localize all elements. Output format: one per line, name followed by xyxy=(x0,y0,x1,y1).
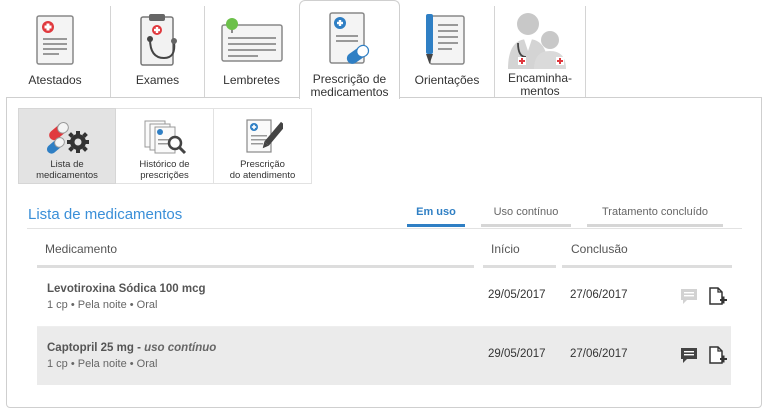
subtab-lista-medicamentos[interactable]: Lista de medicamentos xyxy=(18,108,116,184)
col-medicamento: Medicamento xyxy=(37,242,474,268)
tab-label: Atestados xyxy=(28,73,82,87)
tab-label: Prescrição de medicamentos xyxy=(310,72,389,99)
subtab-prescricao-atendimento[interactable]: Prescrição do atendimento xyxy=(214,108,312,184)
clipboard-stethoscope-icon xyxy=(136,10,180,70)
tab-orientacoes[interactable]: Orientações xyxy=(400,6,494,98)
pinned-note-icon xyxy=(220,10,284,70)
subtab-label: Histórico de prescrições xyxy=(139,159,190,181)
tab-lembretes[interactable]: Lembretes xyxy=(204,6,298,98)
table-row[interactable]: Levotiroxina Sódica 100 mcg 1 cp • Pela … xyxy=(37,268,731,326)
notes-pen-icon xyxy=(422,10,472,70)
pills-gear-icon xyxy=(44,117,90,157)
add-document-icon[interactable] xyxy=(707,345,727,365)
section-title: Lista de medicamentos xyxy=(28,206,183,223)
medication-dosage: 1 cp • Pela noite • Oral xyxy=(47,299,158,311)
tab-encaminhamentos[interactable]: Encaminha-mentos xyxy=(494,6,586,98)
filter-divider xyxy=(27,228,742,229)
sub-tab-bar: Lista de medicamentos Histórico de prescri… xyxy=(18,108,312,184)
prescription-panel: Lista de medicamentos Histórico de prescri… xyxy=(6,97,762,408)
filter-tratamento-concluido[interactable]: Tratamento concluído xyxy=(587,206,723,227)
subtab-label: Lista de medicamentos xyxy=(36,159,98,181)
col-inicio: Início xyxy=(483,242,556,268)
doctors-icon xyxy=(500,10,580,70)
comment-icon[interactable] xyxy=(679,286,699,306)
tab-atestados[interactable]: Atestados xyxy=(0,6,110,98)
end-date: 27/06/2017 xyxy=(570,348,628,360)
filter-em-uso[interactable]: Em uso xyxy=(407,206,465,227)
medication-dosage: 1 cp • Pela noite • Oral xyxy=(47,358,158,370)
subtab-label: Prescrição do atendimento xyxy=(229,159,296,181)
comment-icon[interactable] xyxy=(679,345,699,365)
documents-search-icon xyxy=(143,117,187,157)
end-date: 27/06/2017 xyxy=(570,289,628,301)
add-document-icon[interactable] xyxy=(707,286,727,306)
medical-certificate-icon xyxy=(35,10,75,70)
table-row[interactable]: Captopril 25 mg - uso contínuo 1 cp • Pe… xyxy=(37,327,731,385)
prescription-pill-icon xyxy=(328,9,372,69)
top-tab-bar: Atestados Exames Lembretes Prescrição de… xyxy=(0,0,767,99)
start-date: 29/05/2017 xyxy=(488,289,546,301)
tab-prescricao-medicamentos[interactable]: Prescrição de medicamentos xyxy=(299,0,400,99)
tab-label: Encaminha-mentos xyxy=(507,71,573,98)
document-edit-icon xyxy=(243,117,283,157)
start-date: 29/05/2017 xyxy=(488,348,546,360)
filter-uso-continuo[interactable]: Uso contínuo xyxy=(481,206,571,227)
tab-label: Exames xyxy=(135,73,180,87)
tab-label: Orientações xyxy=(414,73,480,87)
col-conclusao: Conclusão xyxy=(562,242,732,268)
tab-exames[interactable]: Exames xyxy=(110,6,204,98)
medication-name: Levotiroxina Sódica 100 mcg xyxy=(47,283,206,295)
medication-name: Captopril 25 mg - uso contínuo xyxy=(47,342,217,354)
tab-label: Lembretes xyxy=(223,73,280,87)
subtab-historico-prescricoes[interactable]: Histórico de prescrições xyxy=(116,108,214,184)
